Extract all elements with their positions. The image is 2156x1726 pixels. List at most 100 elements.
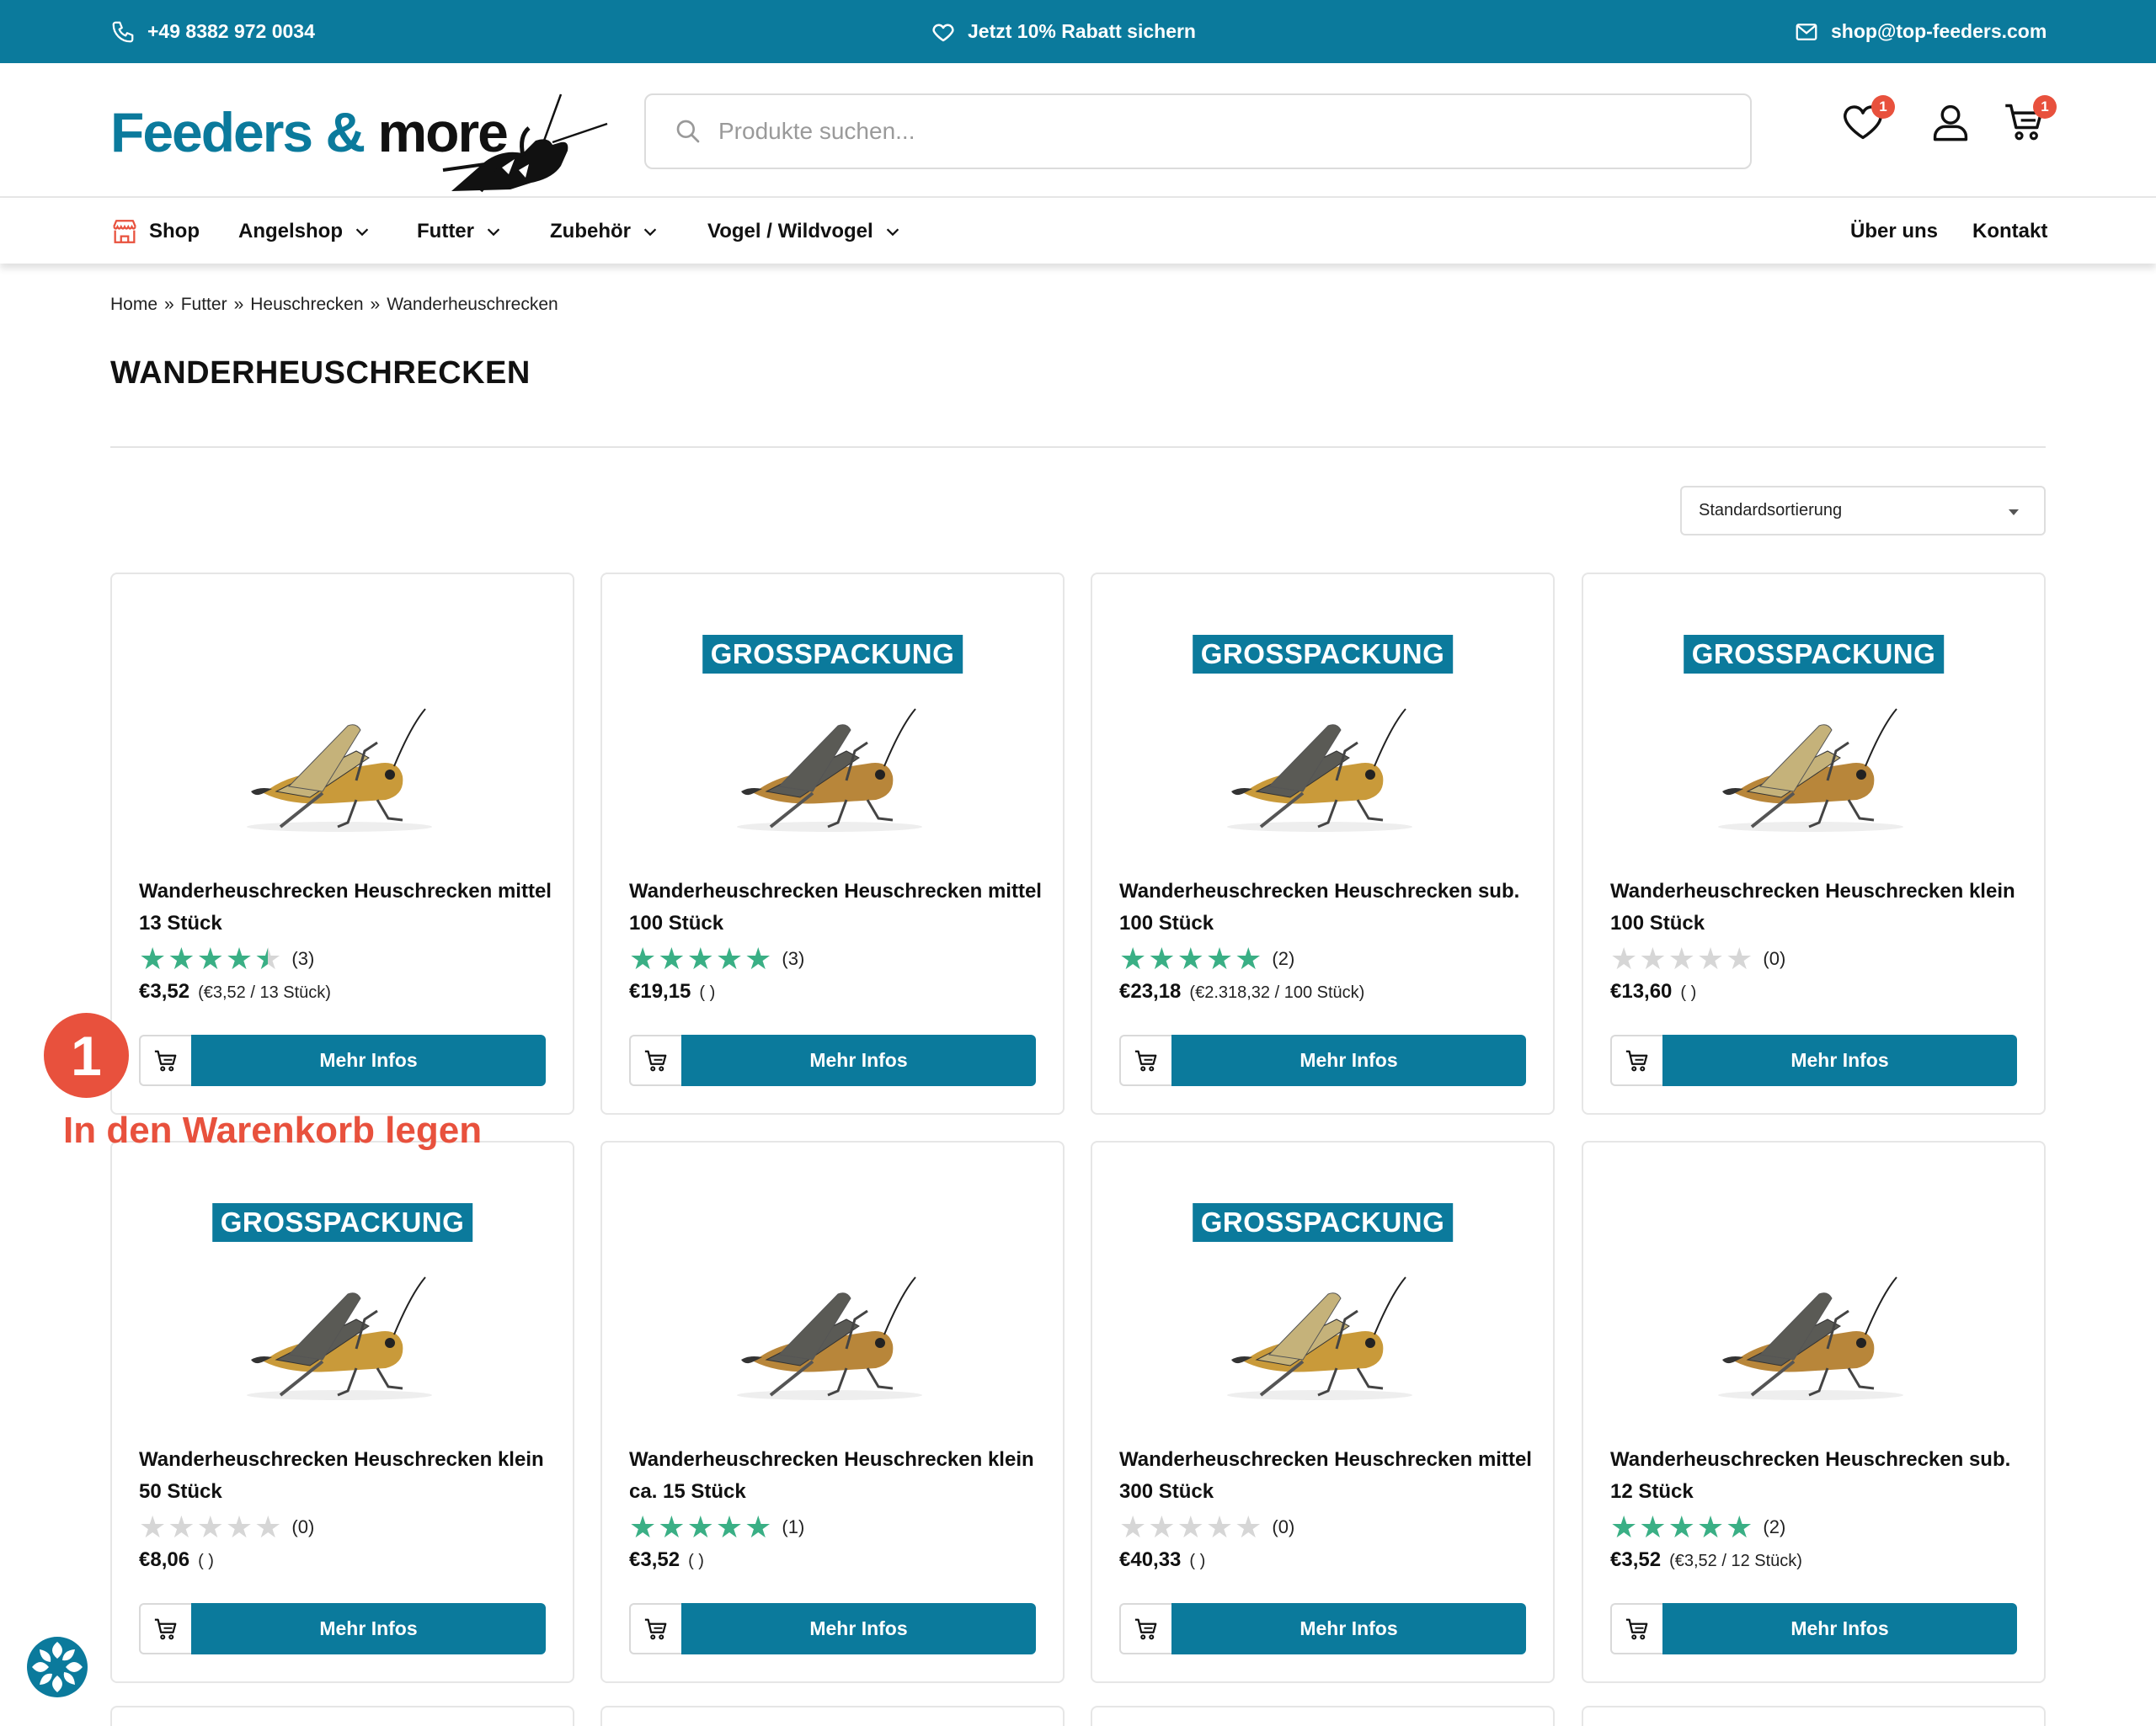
star-icon: ★ — [629, 1510, 657, 1544]
add-to-cart-button[interactable] — [1119, 1035, 1171, 1086]
more-info-button[interactable]: Mehr Infos — [681, 1603, 1036, 1654]
bulk-pack-badge: GROSSPACKUNG — [211, 1203, 473, 1242]
review-count[interactable]: (0) — [291, 1516, 314, 1538]
store-icon — [113, 220, 136, 243]
product-card[interactable]: Wanderheuschrecken Heuschrecken sub. 12 S… — [1582, 1141, 2046, 1683]
review-count[interactable]: (2) — [1763, 1516, 1785, 1538]
product-card[interactable]: GROSSPACKUNG Wanderheuschrecken Heuschrec… — [1582, 573, 2046, 1115]
more-info-button[interactable]: Mehr Infos — [191, 1035, 546, 1086]
product-name[interactable]: Wanderheuschrecken Heuschrecken klein ca.… — [629, 1444, 1046, 1508]
nav-item-vogel[interactable]: Vogel / Wildvogel — [707, 200, 902, 264]
product-card[interactable]: GROSSPACKUNG Wanderheuschrecken Heuschrec… — [600, 573, 1065, 1115]
cart-icon — [1134, 1618, 1157, 1639]
price-value: €19,15 — [629, 980, 691, 1003]
cart-icon — [644, 1618, 667, 1639]
nav-item-zubehoer[interactable]: Zubehör — [550, 200, 659, 264]
product-card[interactable]: Wanderheuschrecken Heuschrecken mittel 13… — [110, 573, 574, 1115]
star-icon: ★ — [715, 941, 744, 976]
price-value: €40,33 — [1119, 1548, 1182, 1571]
add-to-cart-button[interactable] — [629, 1603, 681, 1654]
product-name[interactable]: Wanderheuschrecken Heuschrecken sub. 100 … — [1119, 876, 1536, 940]
star-icon: ★ — [1177, 941, 1204, 976]
review-count[interactable]: (3) — [782, 948, 804, 970]
breadcrumb-futter[interactable]: Futter — [181, 295, 227, 315]
account-button[interactable] — [1929, 100, 1977, 151]
product-name[interactable]: Wanderheuschrecken Heuschrecken mittel 13… — [139, 876, 556, 940]
product-image[interactable] — [230, 1260, 457, 1412]
product-name[interactable]: Wanderheuschrecken Heuschrecken klein 100… — [1610, 876, 2027, 940]
star-icon: ★ — [1696, 1510, 1725, 1544]
nav-item-futter[interactable]: Futter — [417, 200, 503, 264]
more-info-button[interactable]: Mehr Infos — [191, 1603, 546, 1654]
product-card[interactable]: GROSSPACKUNG Wanderheuschrecken Heuschrec… — [1091, 573, 1555, 1115]
price-value: €8,06 — [139, 1548, 190, 1571]
add-to-cart-button[interactable] — [139, 1603, 191, 1654]
bulk-pack-badge: GROSSPACKUNG — [1192, 635, 1454, 674]
add-to-cart-button[interactable] — [1610, 1603, 1662, 1654]
unit-price: ( ) — [699, 983, 716, 1002]
site-logo[interactable]: Feeders & more — [110, 90, 608, 193]
product-card[interactable]: Wanderheuschrecken Heuschrecken klein ca.… — [600, 1141, 1065, 1683]
nav-item-shop[interactable]: Shop — [110, 200, 200, 264]
more-info-button[interactable]: Mehr Infos — [1171, 1035, 1526, 1086]
product-name[interactable]: Wanderheuschrecken Heuschrecken klein 50 … — [139, 1444, 556, 1508]
product-name[interactable]: Wanderheuschrecken Heuschrecken mittel 30… — [1119, 1444, 1536, 1508]
product-card-partial — [1091, 1706, 1555, 1726]
review-count[interactable]: (1) — [782, 1516, 804, 1538]
product-name-line: Wanderheuschrecken Heuschrecken mittel — [1119, 1448, 1532, 1471]
product-image[interactable] — [1210, 692, 1438, 844]
star-icon: ★ — [1696, 941, 1725, 976]
product-price: €3,52 ( ) — [629, 1548, 704, 1572]
email-contact[interactable]: shop@top-feeders.com — [1794, 0, 2047, 63]
trust-badge-icon[interactable] — [24, 1633, 91, 1701]
more-info-button[interactable]: Mehr Infos — [1662, 1603, 2017, 1654]
product-image[interactable] — [720, 1260, 947, 1412]
cart-button[interactable]: 1 — [2003, 95, 2057, 151]
product-image[interactable] — [230, 692, 457, 844]
star-icon: ★ — [1205, 941, 1234, 976]
nav-item-ueber-uns[interactable]: Über uns — [1850, 200, 1938, 264]
phone-contact[interactable]: +49 8382 972 0034 — [110, 0, 315, 63]
review-count[interactable]: (3) — [291, 948, 314, 970]
product-image[interactable] — [1701, 1260, 1929, 1412]
add-to-cart-button[interactable] — [629, 1035, 681, 1086]
add-to-cart-button[interactable] — [139, 1035, 191, 1086]
star-icon: ★ — [254, 1510, 282, 1544]
product-card[interactable]: GROSSPACKUNG Wanderheuschrecken Heuschrec… — [1091, 1141, 1555, 1683]
chevron-down-icon — [355, 228, 369, 237]
search-input[interactable] — [718, 118, 1687, 145]
more-info-button[interactable]: Mehr Infos — [1171, 1603, 1526, 1654]
star-icon: ★ — [1668, 1510, 1695, 1544]
breadcrumb-home[interactable]: Home — [110, 295, 157, 315]
product-image[interactable] — [720, 692, 947, 844]
more-info-button[interactable]: Mehr Infos — [681, 1035, 1036, 1086]
breadcrumb-heuschrecken[interactable]: Heuschrecken — [250, 295, 363, 315]
product-image[interactable] — [1701, 692, 1929, 844]
promo-link[interactable]: Jetzt 10% Rabatt sichern — [931, 0, 1196, 63]
unit-price: ( ) — [688, 1552, 704, 1570]
phone-number: +49 8382 972 0034 — [147, 20, 315, 42]
unit-price: (€3,52 / 13 Stück) — [198, 983, 331, 1002]
product-price: €40,33 ( ) — [1119, 1548, 1205, 1572]
add-to-cart-button[interactable] — [1119, 1603, 1171, 1654]
nav-item-angelshop[interactable]: Angelshop — [238, 200, 371, 264]
nav-item-kontakt[interactable]: Kontakt — [1972, 200, 2047, 264]
product-card[interactable]: GROSSPACKUNG Wanderheuschrecken Heuschrec… — [110, 1141, 574, 1683]
product-name-line: 12 Stück — [1610, 1480, 1694, 1503]
product-name-line: ca. 15 Stück — [629, 1480, 746, 1503]
review-count[interactable]: (2) — [1272, 948, 1294, 970]
more-info-button[interactable]: Mehr Infos — [1662, 1035, 2017, 1086]
star-icon: ★ — [1119, 1510, 1147, 1544]
review-count[interactable]: (0) — [1272, 1516, 1294, 1538]
sort-select[interactable]: Standardsortierung — [1680, 486, 2046, 535]
search-bar[interactable] — [644, 93, 1752, 169]
wishlist-button[interactable]: 1 — [1841, 95, 1895, 151]
product-name[interactable]: Wanderheuschrecken Heuschrecken sub. 12 S… — [1610, 1444, 2027, 1508]
product-image[interactable] — [1210, 1260, 1438, 1412]
breadcrumb-separator: » — [164, 295, 174, 314]
unit-price: ( ) — [198, 1552, 214, 1570]
star-icon: ★ — [225, 941, 253, 976]
add-to-cart-button[interactable] — [1610, 1035, 1662, 1086]
review-count[interactable]: (0) — [1763, 948, 1785, 970]
product-name[interactable]: Wanderheuschrecken Heuschrecken mittel 10… — [629, 876, 1046, 940]
